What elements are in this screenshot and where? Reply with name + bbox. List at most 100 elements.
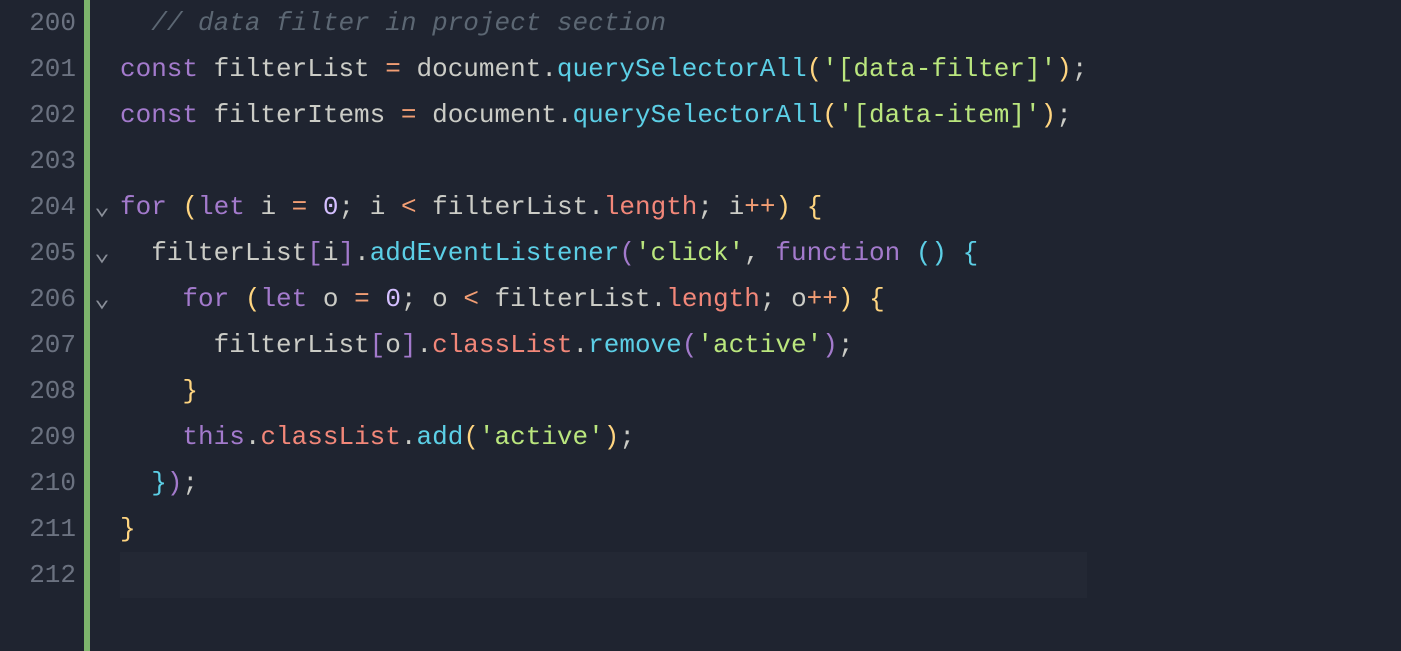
code-token: ++ bbox=[744, 192, 775, 222]
code-token bbox=[307, 192, 323, 222]
code-token: 0 bbox=[323, 192, 339, 222]
code-token bbox=[120, 146, 136, 176]
code-token: ) bbox=[1056, 54, 1072, 84]
code-token: . bbox=[354, 238, 370, 268]
code-token: this bbox=[182, 422, 244, 452]
code-token: ; bbox=[1056, 100, 1072, 130]
code-token: o bbox=[432, 284, 448, 314]
code-token: . bbox=[557, 100, 573, 130]
code-token: let bbox=[260, 284, 307, 314]
code-token bbox=[120, 376, 182, 406]
code-token: < bbox=[401, 192, 417, 222]
code-token: for bbox=[120, 192, 167, 222]
fold-marker bbox=[90, 322, 114, 368]
code-token: '[data-item]' bbox=[838, 100, 1041, 130]
code-line[interactable]: for (let o = 0; o < filterList.length; o… bbox=[120, 276, 1087, 322]
code-token bbox=[370, 54, 386, 84]
code-line[interactable] bbox=[120, 552, 1087, 598]
code-token bbox=[900, 238, 916, 268]
code-token bbox=[354, 192, 370, 222]
code-token: filterList bbox=[432, 192, 588, 222]
code-token: { bbox=[869, 284, 885, 314]
code-token: // data filter in project section bbox=[151, 8, 666, 38]
code-line[interactable]: filterList[i].addEventListener('click', … bbox=[120, 230, 1087, 276]
fold-gutter[interactable]: ⌄⌄⌄ bbox=[90, 0, 114, 651]
code-token: [ bbox=[307, 238, 323, 268]
code-token: . bbox=[573, 330, 589, 360]
fold-marker[interactable]: ⌄ bbox=[90, 276, 114, 322]
fold-marker bbox=[90, 414, 114, 460]
code-line[interactable]: } bbox=[120, 506, 1087, 552]
code-token: 'active' bbox=[697, 330, 822, 360]
code-token: ( bbox=[182, 192, 198, 222]
code-line[interactable]: // data filter in project section bbox=[120, 0, 1087, 46]
code-token: { bbox=[807, 192, 823, 222]
code-token: o bbox=[323, 284, 339, 314]
code-token: remove bbox=[588, 330, 682, 360]
code-token: . bbox=[651, 284, 667, 314]
code-area[interactable]: // data filter in project section const f… bbox=[114, 0, 1087, 651]
code-token: ( bbox=[807, 54, 823, 84]
fold-marker bbox=[90, 138, 114, 184]
code-token: let bbox=[198, 192, 245, 222]
fold-marker[interactable]: ⌄ bbox=[90, 230, 114, 276]
code-token: i bbox=[323, 238, 339, 268]
code-line[interactable]: const filterList = document.querySelecto… bbox=[120, 46, 1087, 92]
code-token: 0 bbox=[385, 284, 401, 314]
line-number: 202 bbox=[18, 92, 76, 138]
code-token: ; bbox=[1072, 54, 1088, 84]
fold-marker[interactable]: ⌄ bbox=[90, 184, 114, 230]
code-line[interactable]: this.classList.add('active'); bbox=[120, 414, 1087, 460]
code-line[interactable] bbox=[120, 138, 1087, 184]
code-token bbox=[385, 192, 401, 222]
code-token: . bbox=[588, 192, 604, 222]
code-token: 'active' bbox=[479, 422, 604, 452]
code-token: , bbox=[744, 238, 760, 268]
code-token: ] bbox=[401, 330, 417, 360]
code-token: ; bbox=[838, 330, 854, 360]
fold-marker bbox=[90, 368, 114, 414]
line-number: 206 bbox=[18, 276, 76, 322]
code-line[interactable]: filterList[o].classList.remove('active')… bbox=[120, 322, 1087, 368]
line-number: 209 bbox=[18, 414, 76, 460]
code-token: 'click' bbox=[635, 238, 744, 268]
code-token: ( bbox=[463, 422, 479, 452]
line-number: 205 bbox=[18, 230, 76, 276]
code-token bbox=[947, 238, 963, 268]
code-token: querySelectorAll bbox=[557, 54, 807, 84]
code-token: ; bbox=[339, 192, 355, 222]
code-token: const bbox=[120, 100, 198, 130]
code-token: i bbox=[729, 192, 745, 222]
fold-marker bbox=[90, 46, 114, 92]
code-token: function bbox=[775, 238, 900, 268]
code-token: o bbox=[385, 330, 401, 360]
code-token: ; bbox=[760, 284, 776, 314]
code-token bbox=[276, 192, 292, 222]
code-line[interactable]: const filterItems = document.querySelect… bbox=[120, 92, 1087, 138]
code-line[interactable]: } bbox=[120, 368, 1087, 414]
code-token: ; bbox=[619, 422, 635, 452]
line-number: 207 bbox=[18, 322, 76, 368]
code-token: . bbox=[416, 330, 432, 360]
code-token bbox=[416, 100, 432, 130]
chevron-down-icon: ⌄ bbox=[94, 192, 110, 222]
code-token: add bbox=[417, 422, 464, 452]
code-editor[interactable]: 200201202203204205206207208209210211212 … bbox=[0, 0, 1401, 651]
code-token bbox=[198, 54, 214, 84]
code-token: document bbox=[416, 54, 541, 84]
code-token: = bbox=[385, 54, 401, 84]
code-token: length bbox=[604, 192, 698, 222]
line-number-gutter: 200201202203204205206207208209210211212 bbox=[0, 0, 84, 651]
code-token: i bbox=[260, 192, 276, 222]
code-token: ] bbox=[338, 238, 354, 268]
code-token: } bbox=[182, 376, 198, 406]
code-token bbox=[448, 284, 464, 314]
code-token: ( bbox=[619, 238, 635, 268]
code-token: . bbox=[245, 422, 261, 452]
code-line[interactable]: }); bbox=[120, 460, 1087, 506]
code-token bbox=[198, 100, 214, 130]
code-token: ) bbox=[822, 330, 838, 360]
code-line[interactable]: for (let i = 0; i < filterList.length; i… bbox=[120, 184, 1087, 230]
code-token: ) bbox=[167, 468, 183, 498]
code-token: < bbox=[463, 284, 479, 314]
